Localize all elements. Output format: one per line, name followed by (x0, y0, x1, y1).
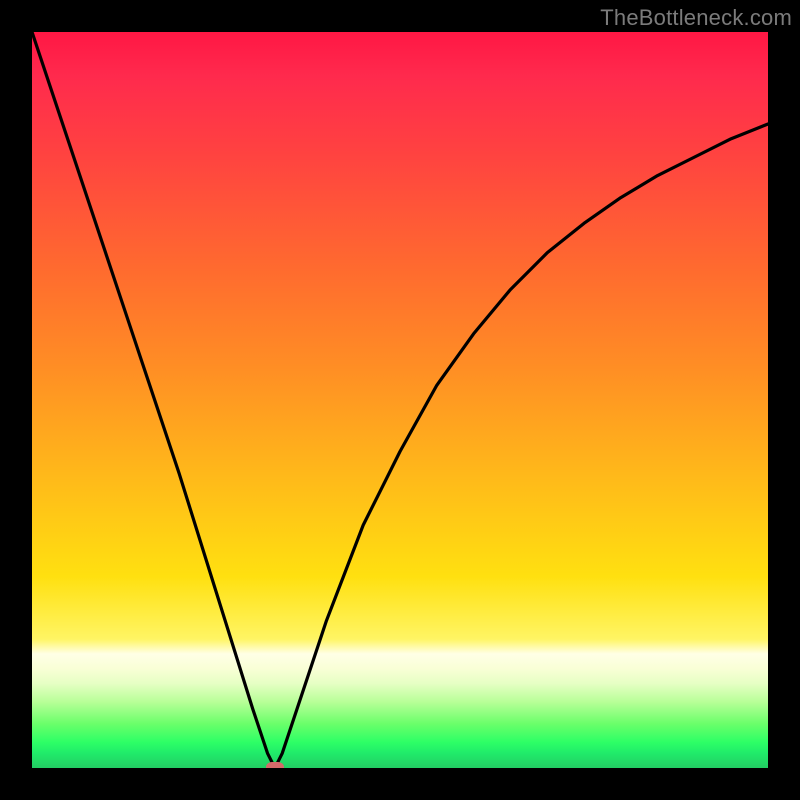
watermark-text: TheBottleneck.com (600, 5, 792, 31)
minimum-marker (266, 762, 284, 768)
chart-frame: TheBottleneck.com (0, 0, 800, 800)
plot-area (32, 32, 768, 768)
bottleneck-curve (32, 32, 768, 768)
